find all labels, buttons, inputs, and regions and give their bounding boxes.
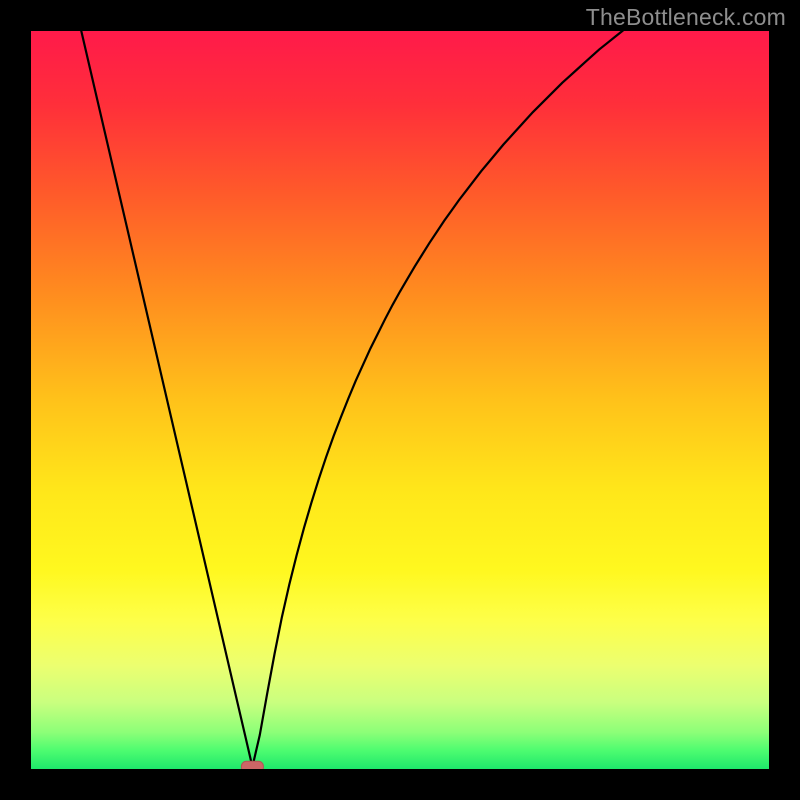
gradient-background — [31, 31, 769, 769]
min-marker — [241, 761, 263, 769]
watermark-text: TheBottleneck.com — [586, 4, 786, 31]
chart-frame: TheBottleneck.com — [0, 0, 800, 800]
chart-svg — [31, 31, 769, 769]
plot-area — [31, 31, 769, 769]
